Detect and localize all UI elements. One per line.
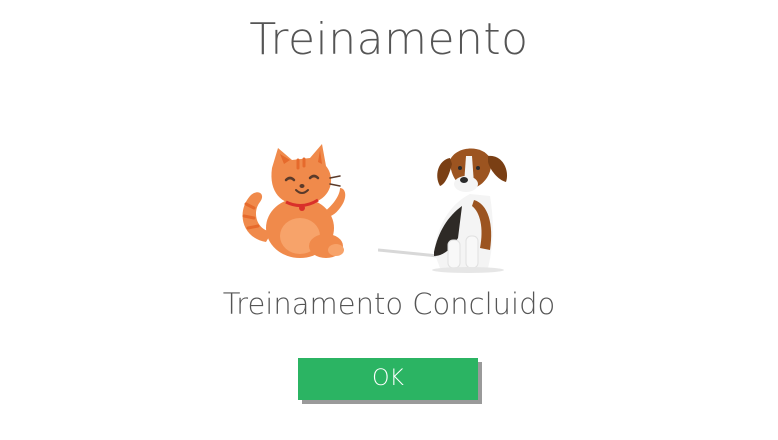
ok-button[interactable]: OK: [298, 358, 478, 400]
cat-icon: [242, 144, 346, 258]
pets-illustration: [230, 132, 540, 277]
dog-icon: [378, 148, 508, 273]
completion-message: Treinamento Concluido: [222, 287, 556, 321]
page-title: Treinamento: [249, 14, 529, 65]
training-complete-screen: Treinamento Treinamento Concluido OK: [0, 0, 778, 440]
